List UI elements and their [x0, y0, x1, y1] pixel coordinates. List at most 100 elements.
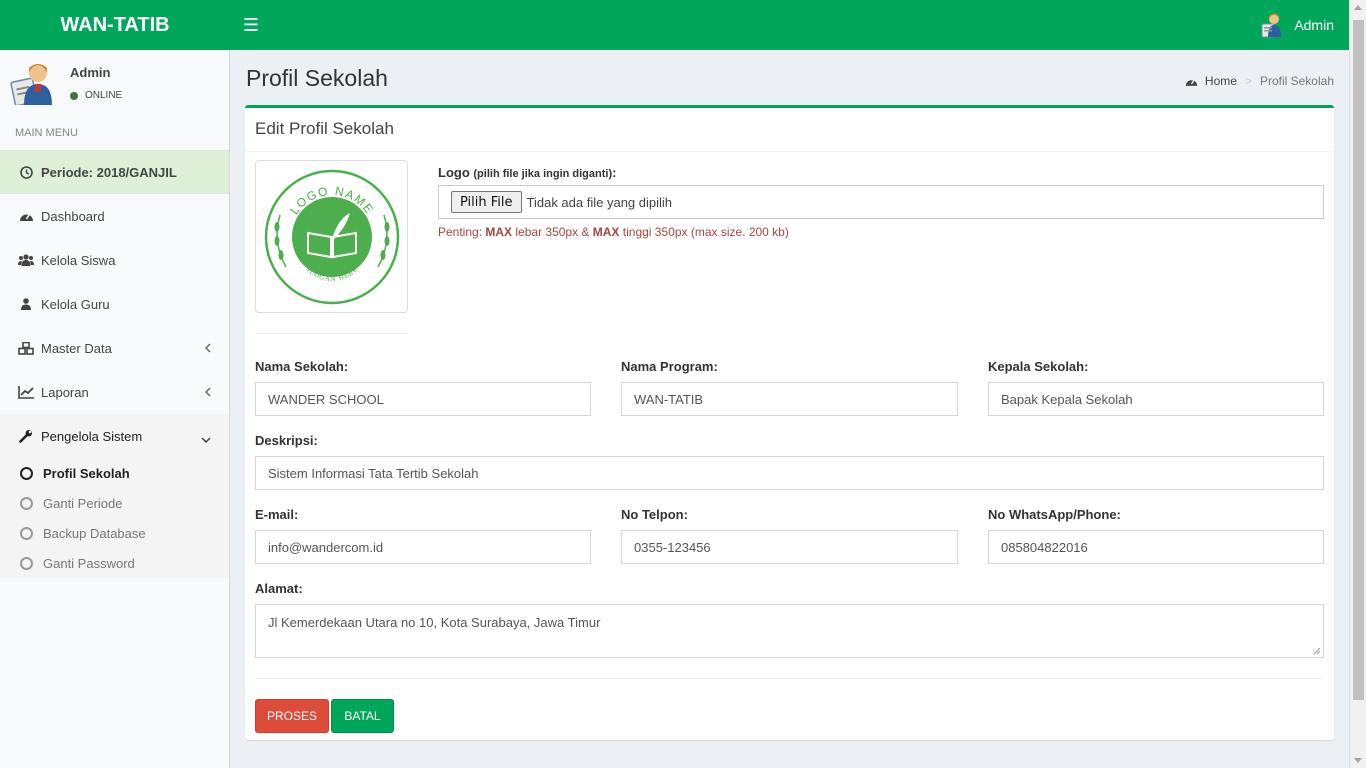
logo-size-help: Penting: MAX lebar 350px & MAX tinggi 35…: [438, 225, 789, 239]
sidebar-item-master-data[interactable]: Master Data: [0, 326, 229, 370]
deskripsi-input[interactable]: Sistem Informasi Tata Tertib Sekolah: [255, 456, 1324, 490]
help-max-1: MAX: [485, 225, 513, 239]
sidebar-item-pengelola-sistem[interactable]: Pengelola Sistem: [0, 414, 229, 458]
sidebar-item-label: Kelola Siswa: [41, 252, 116, 268]
scroll-down-icon[interactable]: [1354, 758, 1362, 763]
wrench-icon: [18, 429, 34, 443]
logo-file-input[interactable]: Pilih File Tidak ada file yang dipilih: [438, 185, 1324, 219]
help-prefix: Penting:: [438, 225, 486, 239]
breadcrumb: Home > Profil Sekolah: [1185, 74, 1334, 88]
deskripsi-label: Deskripsi:: [255, 433, 318, 448]
resize-grip-icon[interactable]: [1313, 647, 1321, 655]
sidebar-item-periode-label: Periode: 2018/GANJIL: [41, 164, 177, 180]
dashboard-icon: [18, 210, 34, 222]
circle-icon: [20, 466, 33, 480]
sidebar-subitem-ganti-password[interactable]: Ganti Password: [0, 548, 229, 578]
online-dot-icon: [70, 91, 78, 100]
scroll-up-icon[interactable]: [1354, 5, 1362, 10]
sidebar-item-label: Master Data: [41, 340, 112, 356]
sidebar-item-dashboard[interactable]: Dashboard: [0, 194, 229, 238]
user-menu[interactable]: Admin: [1260, 12, 1334, 38]
proses-button[interactable]: PROSES: [255, 699, 329, 733]
sidebar-item-label: Laporan: [41, 384, 89, 400]
user-menu-name: Admin: [1294, 17, 1334, 33]
hamburger-menu-icon[interactable]: ☰: [240, 13, 262, 37]
sidebar-item-periode[interactable]: Periode: 2018/GANJIL: [0, 150, 229, 194]
nama-sekolah-label: Nama Sekolah:: [255, 359, 349, 374]
kepala-sekolah-input[interactable]: Bapak Kepala Sekolah: [988, 382, 1324, 416]
admin-avatar: [10, 64, 52, 105]
breadcrumb-separator: >: [1244, 74, 1252, 88]
logo-label-text: Logo: [438, 165, 470, 180]
circle-icon: [20, 496, 33, 510]
app-brand[interactable]: WAN-TATIB: [0, 0, 230, 50]
sidebar-subitem-backup-database[interactable]: Backup Database: [0, 518, 229, 548]
breadcrumb-current: Profil Sekolah: [1259, 74, 1334, 88]
kepala-sekolah-label: Kepala Sekolah:: [988, 359, 1089, 374]
logo-label-hint: (pilih file jika ingin diganti): [473, 168, 613, 180]
nama-sekolah-input[interactable]: WANDER SCHOOL: [255, 382, 591, 416]
sidebar-group-pengelola-sistem: Pengelola Sistem Profil Sekolah Ganti Pe…: [0, 414, 229, 578]
top-navbar: WAN-TATIB ☰ Admin: [0, 0, 1366, 50]
sidebar-subitem-label: Ganti Password: [43, 555, 135, 571]
alamat-text: Jl Kemerdekaan Utara no 10, Kota Surabay…: [268, 615, 601, 630]
email-input[interactable]: info@wandercom.id: [255, 530, 591, 564]
sidebar-item-kelola-siswa[interactable]: Kelola Siswa: [0, 238, 229, 282]
online-status-label: ONLINE: [85, 90, 123, 101]
telpon-label: No Telpon:: [621, 507, 688, 522]
alamat-label: Alamat:: [255, 581, 303, 596]
clock-icon: [18, 165, 34, 179]
sidebar-subitem-ganti-periode[interactable]: Ganti Periode: [0, 488, 229, 518]
sidebar-user-name: Admin: [70, 65, 111, 80]
box-title: Edit Profil Sekolah: [245, 108, 1334, 152]
sidebar-item-label: Kelola Guru: [41, 296, 110, 312]
breadcrumb-home-link[interactable]: Home: [1205, 74, 1237, 88]
scrollbar-thumb[interactable]: [1353, 20, 1364, 700]
circle-icon: [20, 556, 33, 570]
sidebar-subitem-label: Backup Database: [43, 525, 146, 541]
school-logo-image: LOGO NAME SLOGAN HERE: [264, 169, 399, 304]
chevron-down-icon: [201, 431, 211, 446]
sidebar-item-kelola-guru[interactable]: Kelola Guru: [0, 282, 229, 326]
help-mid: lebar 350px &: [512, 225, 593, 239]
sidebar-subitem-label: Profil Sekolah: [43, 465, 130, 481]
logo-divider: [255, 333, 408, 334]
sidebar: Admin ONLINE MAIN MENU Periode: 2018/GAN…: [0, 50, 230, 768]
online-status: ONLINE: [70, 90, 122, 101]
whatsapp-label: No WhatsApp/Phone:: [988, 507, 1121, 522]
sidebar-item-label: Pengelola Sistem: [41, 428, 143, 444]
edit-profile-box: Edit Profil Sekolah LOGO NAME SLOGAN HER…: [245, 105, 1334, 740]
alamat-textarea[interactable]: Jl Kemerdekaan Utara no 10, Kota Surabay…: [255, 604, 1324, 658]
email-label: E-mail:: [255, 507, 299, 522]
user-icon: [18, 298, 34, 310]
page-title: Profil Sekolah: [246, 65, 388, 91]
batal-button[interactable]: BATAL: [331, 699, 394, 733]
form-divider: [255, 678, 1324, 679]
menu-header: MAIN MENU: [15, 127, 78, 139]
sidebar-subitem-profil-sekolah[interactable]: Profil Sekolah: [0, 458, 229, 488]
chevron-left-icon: [204, 385, 211, 400]
users-icon: [18, 254, 34, 266]
sidebar-item-label: Dashboard: [41, 208, 105, 224]
file-status-text: Tidak ada file yang dipilih: [526, 194, 673, 210]
logo-label-colon: :: [612, 165, 617, 180]
help-max-2: MAX: [592, 225, 620, 239]
sidebar-subitem-label: Ganti Periode: [43, 495, 123, 511]
nama-program-input[interactable]: WAN-TATIB: [621, 382, 958, 416]
chevron-left-icon: [204, 341, 211, 356]
logo-label: Logo (pilih file jika ingin diganti):: [438, 165, 616, 180]
nama-program-label: Nama Program:: [621, 359, 718, 374]
help-suffix: tinggi 350px (max size. 200 kb): [619, 225, 789, 239]
sidebar-item-laporan[interactable]: Laporan: [0, 370, 229, 414]
school-logo-preview: LOGO NAME SLOGAN HERE: [255, 160, 408, 313]
user-panel: Admin ONLINE: [0, 50, 229, 120]
choose-file-button[interactable]: Pilih File: [451, 191, 522, 213]
page-scrollbar[interactable]: [1349, 0, 1366, 768]
whatsapp-input[interactable]: 085804822016: [988, 530, 1324, 564]
line-chart-icon: [18, 385, 34, 399]
dashboard-icon: [1185, 76, 1198, 87]
cubes-icon: [18, 341, 34, 355]
user-avatar-icon: [1261, 13, 1282, 38]
circle-icon: [20, 526, 33, 540]
telpon-input[interactable]: 0355-123456: [621, 530, 958, 564]
